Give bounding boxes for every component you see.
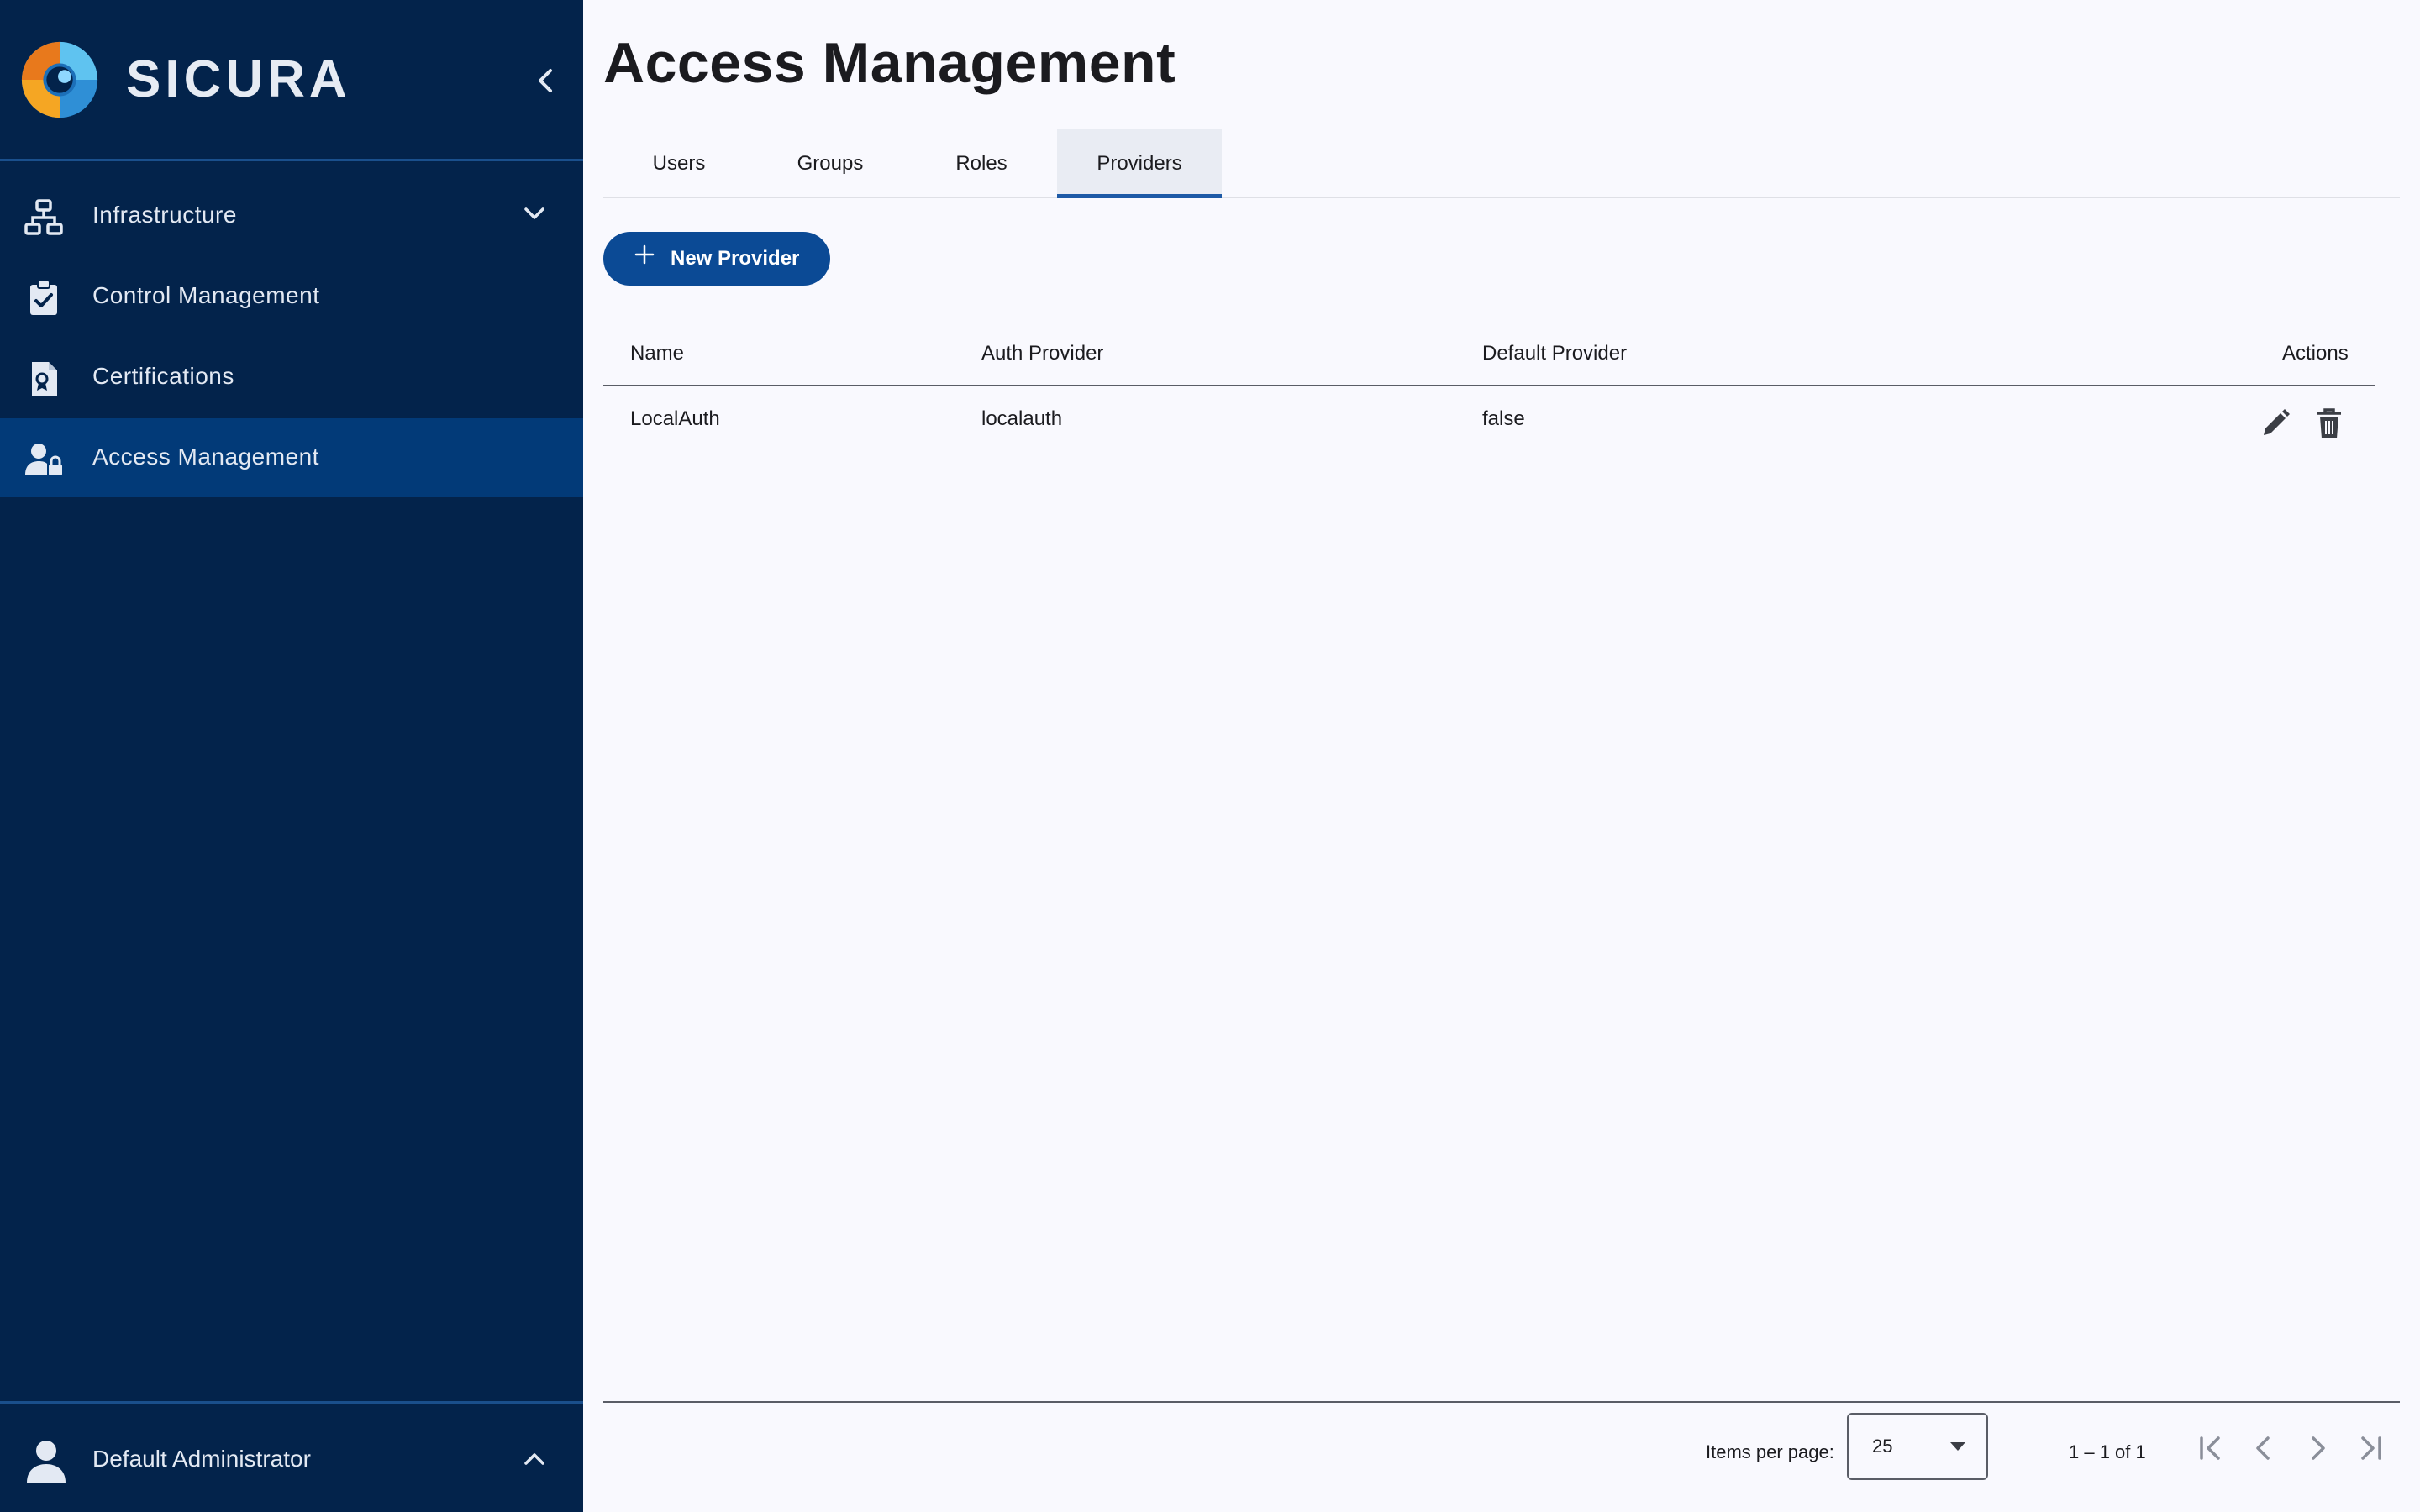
- sidebar-item-infrastructure[interactable]: Infrastructure: [0, 176, 583, 255]
- tab-providers[interactable]: Providers: [1057, 129, 1222, 198]
- user-name: Default Administrator: [92, 1446, 311, 1472]
- sidebar-item-control-management[interactable]: Control Management: [0, 257, 583, 336]
- chevron-left-icon[interactable]: [526, 60, 566, 101]
- chevron-up-icon[interactable]: [519, 1444, 550, 1474]
- paginator: Items per page: 25 1 – 1 of 1: [603, 1401, 2400, 1512]
- delete-icon[interactable]: [2309, 403, 2349, 444]
- providers-table: Name Auth Provider Default Provider Acti…: [603, 323, 2375, 438]
- tab-roles[interactable]: Roles: [906, 129, 1057, 198]
- clipboard-check-icon: [30, 280, 57, 315]
- column-header-auth-provider[interactable]: Auth Provider: [981, 339, 1103, 368]
- items-per-page-label: Items per page:: [1706, 1441, 1834, 1462]
- items-per-page-value: 25: [1872, 1436, 1893, 1457]
- sidebar: SICURA Infrastructure Control Management: [0, 0, 583, 1512]
- sidebar-item-certifications[interactable]: Certifications: [0, 338, 583, 417]
- last-page-icon[interactable]: [2353, 1430, 2390, 1467]
- sidebar-item-label: Certifications: [92, 363, 234, 389]
- new-provider-button[interactable]: New Provider: [603, 232, 830, 286]
- column-header-actions: Actions: [2282, 342, 2349, 365]
- network-icon: [24, 199, 63, 235]
- page-range: 1 – 1 of 1: [2069, 1441, 2146, 1462]
- column-header-default-provider[interactable]: Default Provider: [1482, 339, 1627, 368]
- sidebar-item-label: Access Management: [92, 444, 319, 470]
- column-header-name[interactable]: Name: [630, 339, 684, 368]
- items-per-page-select[interactable]: 25: [1847, 1413, 1988, 1480]
- sicura-logo-icon: [21, 41, 98, 118]
- caret-down-icon: [1950, 1442, 1965, 1451]
- tab-users[interactable]: Users: [603, 129, 755, 198]
- tab-bar: Users Groups Roles Providers: [603, 129, 2400, 198]
- next-page-icon[interactable]: [2299, 1430, 2336, 1467]
- sidebar-item-access-management[interactable]: Access Management: [0, 418, 583, 497]
- cell-default-provider: false: [1482, 407, 1525, 430]
- certificate-document-icon: [32, 362, 57, 396]
- sidebar-item-label: Infrastructure: [92, 202, 237, 228]
- page-title: Access Management: [603, 31, 1176, 95]
- cell-auth-provider: localauth: [981, 407, 1063, 430]
- first-page-icon[interactable]: [2191, 1430, 2228, 1467]
- tab-groups[interactable]: Groups: [755, 129, 906, 198]
- sidebar-item-label: Control Management: [92, 282, 320, 308]
- plus-icon: [634, 244, 655, 265]
- user-lock-icon: [25, 444, 62, 475]
- chevron-down-icon[interactable]: [519, 198, 550, 228]
- brand-name: SICURA: [126, 50, 351, 108]
- table-header: Name Auth Provider Default Provider Acti…: [603, 323, 2375, 386]
- previous-page-icon[interactable]: [2245, 1430, 2282, 1467]
- brand-header: SICURA: [0, 0, 583, 161]
- edit-icon[interactable]: [2255, 403, 2296, 444]
- cell-name: LocalAuth: [630, 407, 720, 430]
- new-provider-label: New Provider: [671, 247, 800, 270]
- main-content: Access Management Users Groups Roles Pro…: [583, 0, 2420, 1512]
- user-menu[interactable]: Default Administrator: [0, 1401, 583, 1512]
- user-icon: [27, 1441, 66, 1483]
